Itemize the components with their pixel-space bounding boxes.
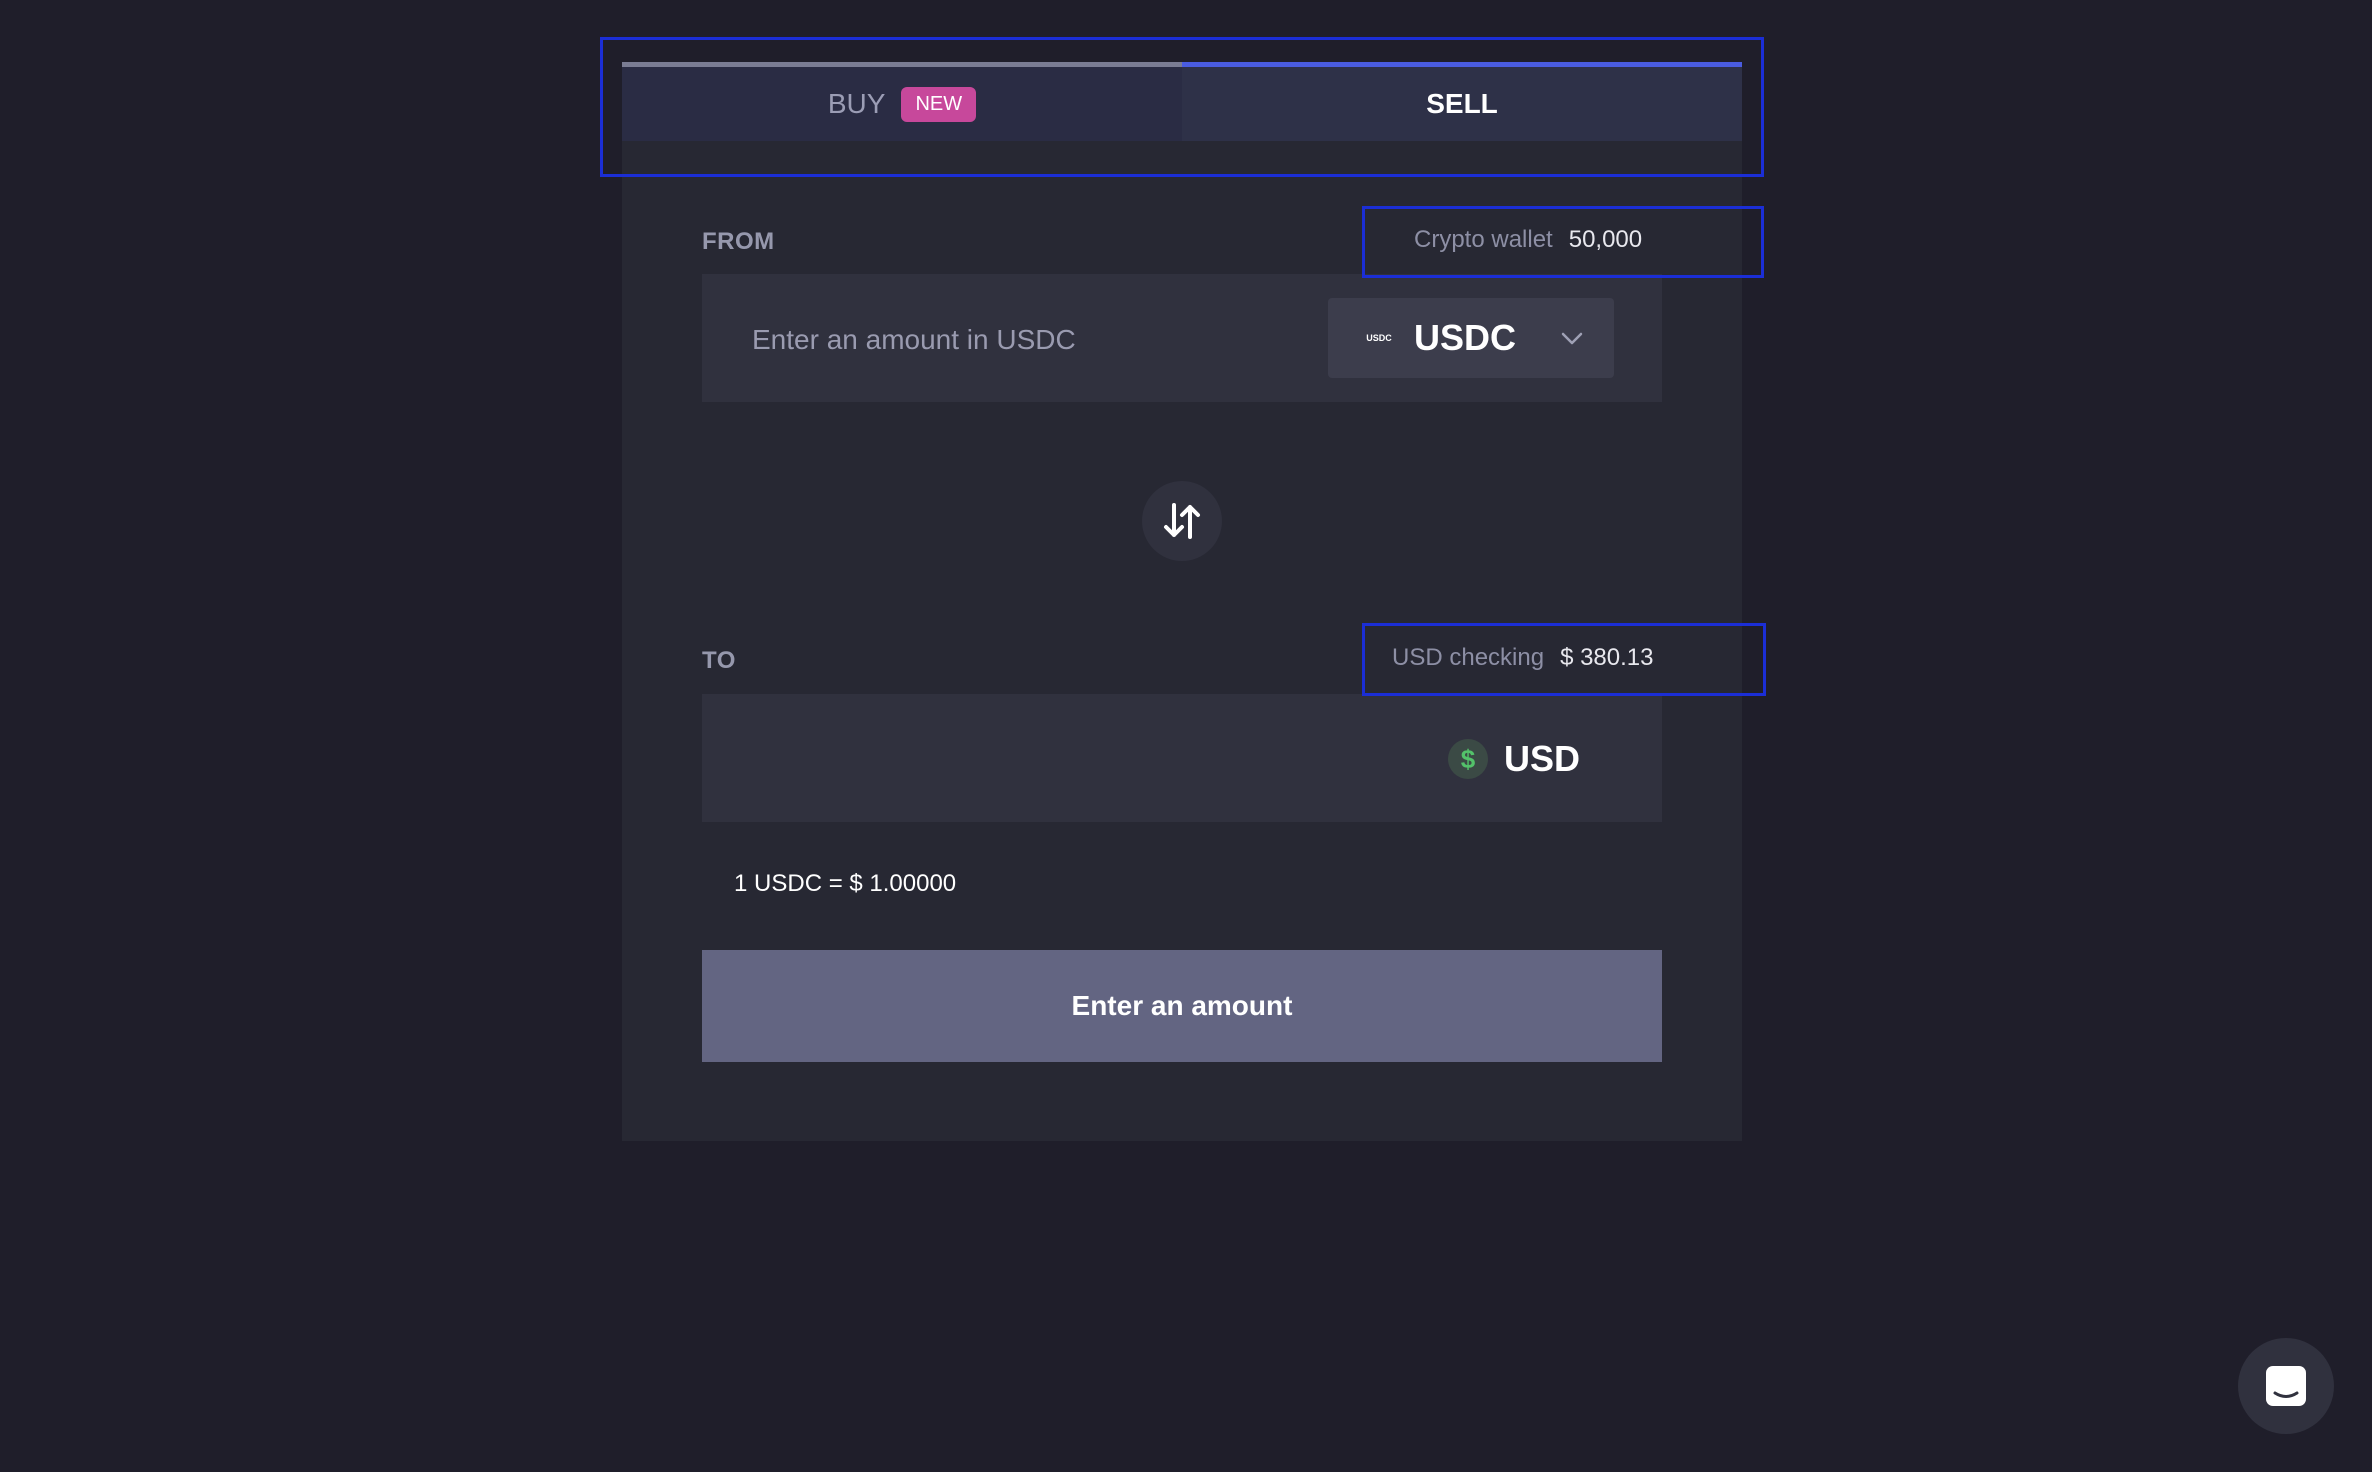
from-field: USDC USDC [702, 274, 1662, 402]
to-field: $ USD [702, 694, 1662, 822]
usd-checking-value: $ 380.13 [1560, 644, 1654, 671]
dollar-icon: $ [1448, 739, 1488, 779]
tab-sell[interactable]: SELL [1182, 62, 1742, 141]
new-badge: NEW [901, 86, 977, 122]
token-name: USDC [1414, 317, 1517, 358]
crypto-wallet-balance: Crypto wallet 50,000 [1414, 226, 1642, 254]
sell-card: BUY NEW SELL FROM Crypto wallet 50,000 U… [622, 62, 1742, 1141]
tab-bar: BUY NEW SELL [622, 62, 1742, 141]
from-label: FROM [702, 228, 775, 255]
tab-buy[interactable]: BUY NEW [622, 62, 1182, 141]
token-select[interactable]: USDC USDC [1328, 298, 1614, 378]
crypto-wallet-value: 50,000 [1568, 226, 1643, 253]
usd-checking-label: USD checking [1392, 644, 1545, 671]
currency-usd: $ USD [1448, 738, 1580, 780]
tab-buy-label: BUY [827, 88, 886, 119]
tab-sell-label: SELL [1426, 88, 1498, 119]
exchange-rate: 1 USDC = $ 1.00000 [734, 870, 957, 897]
chat-launcher-button[interactable] [2238, 1338, 2334, 1434]
usd-checking-balance: USD checking $ 380.13 [1392, 644, 1653, 672]
chevron-down-icon [1561, 332, 1583, 345]
usdc-logo-icon: USDC [1366, 333, 1392, 343]
swap-button[interactable] [1142, 481, 1222, 561]
to-label: TO [702, 647, 736, 674]
crypto-wallet-label: Crypto wallet [1414, 226, 1553, 253]
chat-icon [2266, 1366, 2306, 1406]
currency-name: USD [1504, 738, 1581, 779]
swap-arrows-icon [1164, 503, 1200, 539]
amount-input[interactable] [750, 314, 1274, 366]
enter-amount-button[interactable]: Enter an amount [702, 950, 1662, 1062]
